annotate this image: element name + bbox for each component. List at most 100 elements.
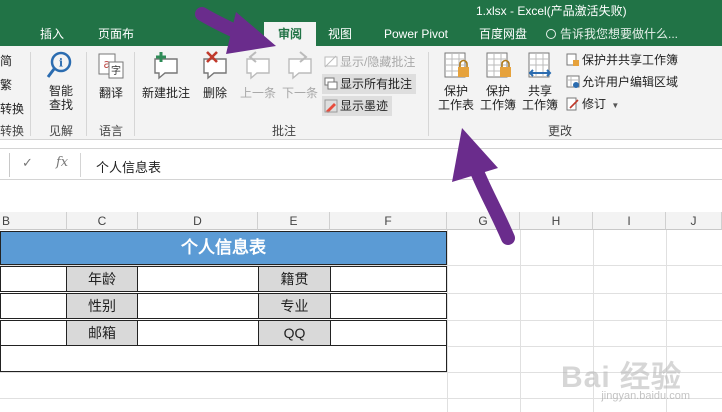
traditional-chinese-button[interactable]: 繁 (0, 76, 12, 93)
comments-icon (324, 77, 338, 90)
enter-icon[interactable]: ✓ (22, 155, 33, 171)
protect-sheet-button[interactable]: 保护 工作表 (436, 50, 476, 112)
next-comment-button[interactable]: 下一条 (280, 50, 320, 101)
translate-button[interactable]: a 字 翻译 (94, 50, 128, 101)
column-header-e[interactable]: E (258, 212, 330, 230)
group-label-comments: 批注 (271, 124, 296, 138)
column-header-g[interactable]: G (447, 212, 520, 230)
previous-comment-button[interactable]: 上一条 (238, 50, 278, 101)
label-cell-major[interactable]: 专业 (258, 293, 331, 319)
protect-share-workbook-label: 保护并共享工作簿 (582, 53, 679, 67)
name-box[interactable] (0, 153, 10, 177)
sheet-title-cell[interactable]: 个人信息表 (0, 231, 447, 265)
column-header-d[interactable]: D (138, 212, 258, 230)
table-cell[interactable] (0, 266, 67, 292)
protect-share-workbook-button[interactable]: 保护并共享工作簿 (564, 50, 678, 70)
comment-toggle-icon (324, 55, 338, 68)
value-cell-age[interactable] (137, 266, 259, 292)
svg-text:i: i (59, 57, 63, 70)
new-comment-label: 新建批注 (141, 86, 190, 100)
new-comment-icon (154, 52, 178, 80)
group-label-insight: 见解 (48, 124, 73, 138)
label-cell-qq[interactable]: QQ (258, 320, 331, 346)
column-header-j[interactable]: J (666, 212, 722, 230)
tab-review[interactable]: 审阅 (264, 22, 316, 46)
watermark-url: jingyan.baidu.com (601, 390, 690, 402)
next-comment-label: 下一条 (281, 86, 318, 100)
allow-edit-ranges-label: 允许用户编辑区域 (582, 75, 679, 89)
allow-edit-ranges-button[interactable]: 允许用户编辑区域 (564, 72, 678, 92)
lock-icon (566, 53, 579, 66)
share-workbook-button[interactable]: 共享 工作簿 (520, 50, 560, 112)
group-label-language: 语言 (98, 124, 123, 138)
merged-bottom-cell[interactable] (0, 346, 447, 372)
insert-function-icon[interactable]: fx (56, 155, 68, 170)
new-comment-button[interactable]: 新建批注 (140, 50, 192, 101)
share-workbook-icon (528, 52, 552, 78)
label-cell-hometown[interactable]: 籍贯 (258, 266, 331, 292)
group-label-convert: 转换 (0, 124, 25, 138)
formula-input[interactable]: 个人信息表 (96, 157, 161, 176)
show-ink-label: 显示墨迹 (340, 99, 389, 113)
share-workbook-label: 共享 工作簿 (521, 84, 558, 112)
track-changes-icon (566, 97, 579, 111)
group-label-changes: 更改 (547, 124, 572, 138)
value-cell-email[interactable] (137, 320, 259, 346)
translate-icon: a 字 (98, 53, 124, 79)
window-title: 1.xlsx - Excel(产品激活失败) (476, 4, 627, 18)
gridline (447, 230, 448, 412)
column-header-b[interactable]: B (0, 212, 67, 230)
tell-me-box[interactable]: 告诉我您想要做什么... (546, 22, 678, 46)
protect-sheet-label: 保护 工作表 (437, 84, 474, 112)
value-cell-major[interactable] (330, 293, 447, 319)
search-icon: i (46, 51, 72, 78)
ribbon-separator (86, 52, 87, 136)
delete-comment-button[interactable]: 删除 (198, 50, 232, 101)
tab-view[interactable]: 视图 (318, 22, 362, 46)
translate-label: 翻译 (98, 86, 123, 100)
track-changes-label: 修订 (582, 97, 607, 111)
ribbon-separator (428, 52, 429, 136)
ribbon-separator (134, 52, 135, 136)
show-all-comments-button[interactable]: 显示所有批注 (322, 74, 417, 94)
column-header-i[interactable]: I (593, 212, 666, 230)
ink-icon (324, 99, 338, 113)
value-cell-gender[interactable] (137, 293, 259, 319)
previous-comment-label: 上一条 (239, 86, 276, 100)
delete-comment-label: 删除 (202, 86, 227, 100)
simplified-chinese-button[interactable]: 简 (0, 52, 12, 69)
title-tab-bar: 1.xlsx - Excel(产品激活失败) 插入 页面布 审阅 视图 Powe… (0, 0, 722, 46)
track-changes-button[interactable]: 修订 ▼ (564, 94, 619, 114)
delete-comment-icon (203, 51, 227, 80)
show-ink-button[interactable]: 显示墨迹 (322, 96, 393, 116)
smart-lookup-label: 智能 查找 (48, 84, 73, 112)
label-cell-age[interactable]: 年龄 (66, 266, 138, 292)
protect-sheet-icon (444, 52, 469, 78)
convert-button[interactable]: 转换 (0, 100, 24, 117)
next-comment-icon (288, 51, 312, 80)
column-header-f[interactable]: F (330, 212, 447, 230)
label-cell-email[interactable]: 邮箱 (66, 320, 138, 346)
value-cell-hometown[interactable] (330, 266, 447, 292)
table-cell[interactable] (0, 320, 67, 346)
value-cell-qq[interactable] (330, 320, 447, 346)
tab-power-pivot[interactable]: Power Pivot (372, 22, 460, 46)
protect-workbook-button[interactable]: 保护 工作簿 (478, 50, 518, 112)
tab-insert[interactable]: 插入 (32, 22, 72, 46)
formula-bar-divider (80, 153, 81, 177)
show-hide-comment-button[interactable]: 显示/隐藏批注 (322, 52, 415, 72)
smart-lookup-button[interactable]: i 智能 查找 (44, 50, 78, 112)
ribbon-separator (30, 52, 31, 136)
label-cell-gender[interactable]: 性别 (66, 293, 138, 319)
protect-workbook-icon (486, 52, 511, 78)
lightbulb-icon (546, 29, 556, 39)
show-all-comments-label: 显示所有批注 (340, 77, 413, 91)
tab-baidu-netdisk[interactable]: 百度网盘 (468, 22, 538, 46)
tab-page-layout[interactable]: 页面布 (86, 22, 146, 46)
column-header-c[interactable]: C (67, 212, 138, 230)
column-header-h[interactable]: H (520, 212, 593, 230)
chevron-down-icon: ▼ (611, 101, 620, 110)
svg-text:字: 字 (111, 64, 121, 77)
previous-comment-icon (246, 51, 270, 80)
table-cell[interactable] (0, 293, 67, 319)
